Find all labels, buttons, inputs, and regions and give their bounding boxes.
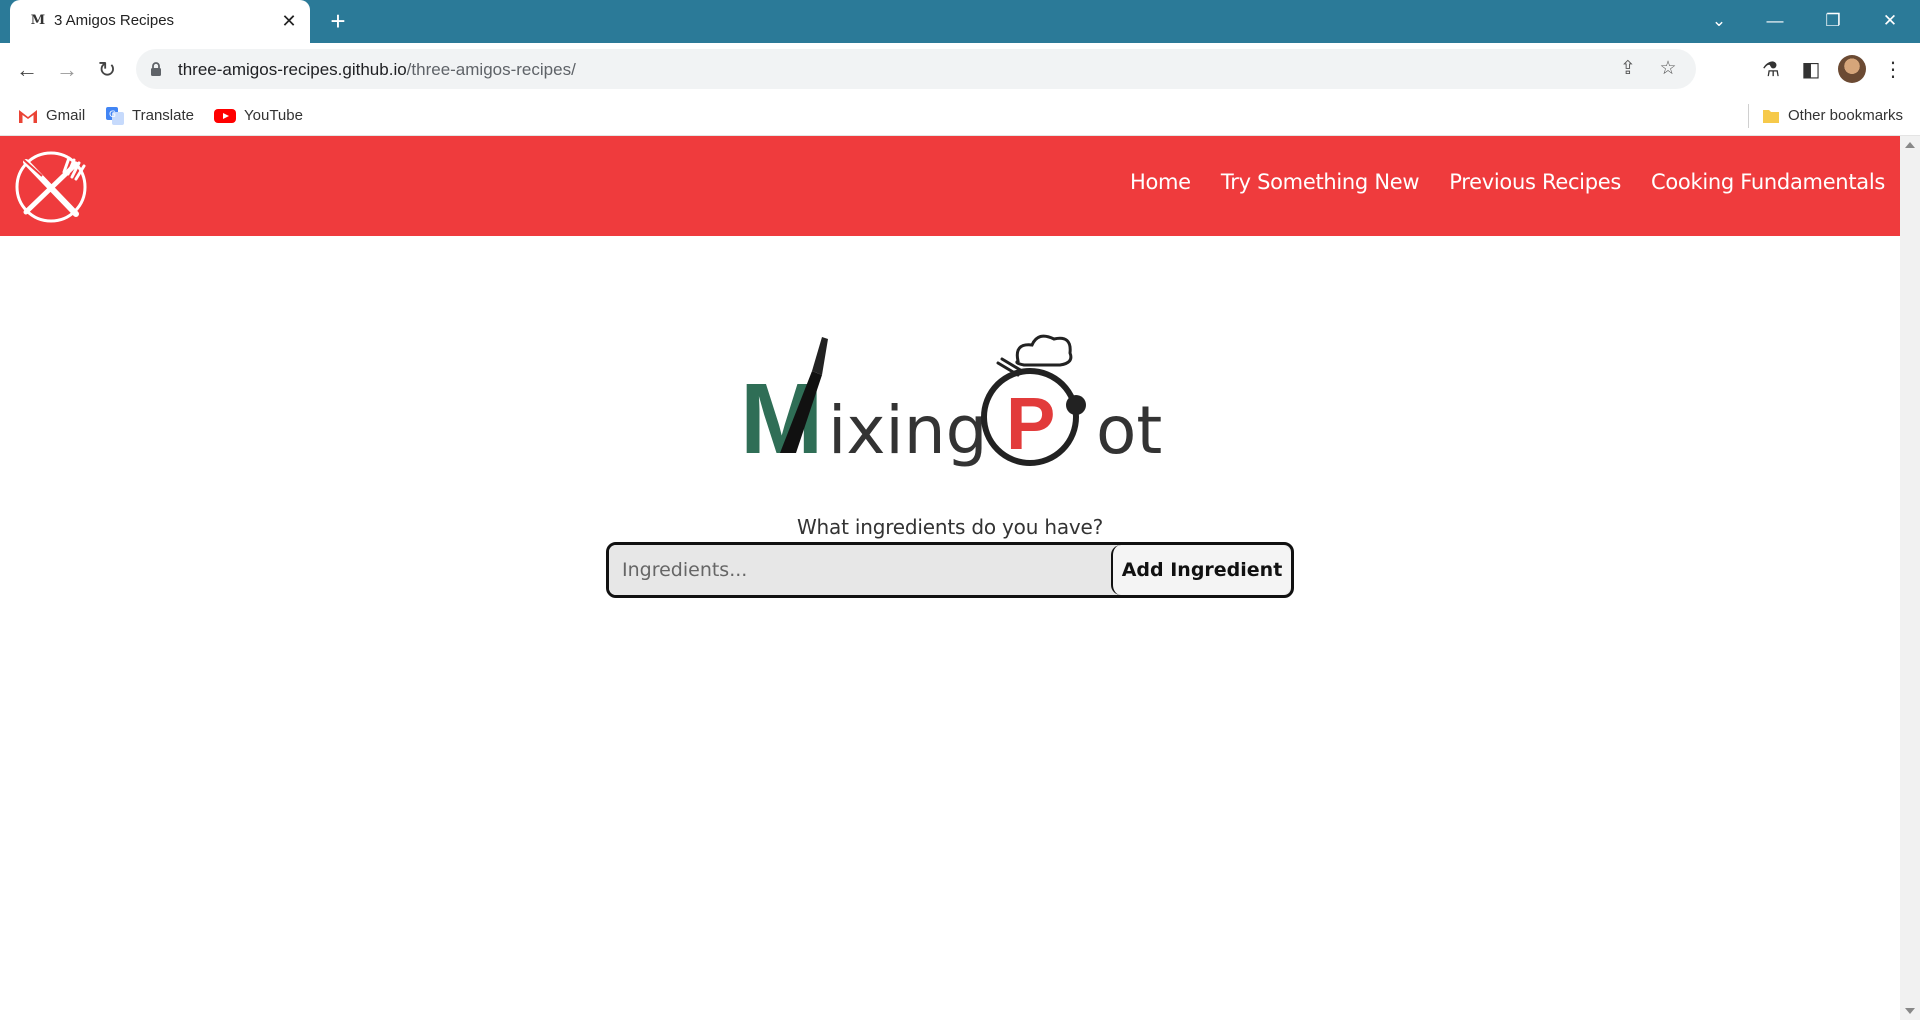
address-bar[interactable]: three-amigos-recipes.github.io/three-ami… [136, 49, 1696, 89]
nav-home[interactable]: Home [1130, 170, 1191, 194]
translate-icon: G [106, 107, 124, 126]
reload-button[interactable]: ↻ [92, 55, 122, 85]
other-bookmarks[interactable]: Other bookmarks [1762, 105, 1903, 127]
url-path: /three-amigos-recipes/ [406, 60, 576, 79]
share-icon[interactable]: ⇪ [1616, 57, 1640, 81]
restore-button[interactable]: ❐ [1818, 6, 1848, 36]
ingredients-prompt: What ingredients do you have? [796, 515, 1104, 539]
browser-toolbar: ← → ↻ three-amigos-recipes.github.io/thr… [0, 43, 1920, 96]
bookmarks-divider [1748, 104, 1749, 128]
browser-tab-strip: M 3 Amigos Recipes ✕ + ⌄ — ❐ ✕ [0, 0, 1920, 43]
bookmark-youtube[interactable]: YouTube [214, 105, 303, 127]
youtube-icon [214, 109, 236, 124]
add-ingredient-button[interactable]: Add Ingredient [1111, 545, 1291, 595]
nav-previous-recipes[interactable]: Previous Recipes [1449, 170, 1621, 194]
page-viewport: Home Try Something New Previous Recipes … [0, 136, 1900, 1020]
bookmarks-bar: Gmail G Translate YouTube Other bookmark… [0, 96, 1920, 136]
minimize-button[interactable]: — [1760, 6, 1790, 36]
tab-title: 3 Amigos Recipes [54, 12, 175, 29]
profile-avatar[interactable] [1838, 55, 1866, 83]
scroll-down-arrow-icon[interactable] [1905, 1008, 1915, 1014]
scroll-up-arrow-icon[interactable] [1905, 142, 1915, 148]
bookmark-star-icon[interactable]: ☆ [1656, 57, 1680, 81]
folder-icon [1763, 110, 1779, 124]
svg-text:G: G [109, 110, 116, 120]
bookmark-label: Translate [132, 107, 194, 124]
forward-button[interactable]: → [52, 55, 82, 85]
lock-icon [151, 62, 161, 76]
tab-close-icon[interactable]: ✕ [278, 10, 300, 32]
labs-flask-icon[interactable]: ⚗ [1756, 55, 1786, 85]
site-nav: Home Try Something New Previous Recipes … [1130, 170, 1885, 194]
nav-cooking-fundamentals[interactable]: Cooking Fundamentals [1651, 170, 1885, 194]
tab-favicon-icon: M [30, 13, 46, 28]
tab-search-chevron-icon[interactable]: ⌄ [1704, 6, 1734, 36]
logo-word-ot: ot [1096, 392, 1162, 469]
crossed-utensils-logo-icon[interactable] [14, 150, 88, 224]
ingredient-form: Add Ingredient [606, 542, 1294, 598]
mixing-pot-logo: M ixing P ot [740, 334, 1162, 471]
nav-try-something-new[interactable]: Try Something New [1221, 170, 1420, 194]
back-button[interactable]: ← [12, 55, 42, 85]
logo-word-ixing: ixing [828, 392, 987, 469]
url-host: three-amigos-recipes.github.io [178, 60, 407, 79]
site-header: Home Try Something New Previous Recipes … [0, 136, 1900, 236]
page-scrollbar[interactable] [1900, 136, 1920, 1020]
bookmark-gmail[interactable]: Gmail [18, 105, 85, 127]
bookmark-label: YouTube [244, 107, 303, 124]
ingredient-input[interactable] [609, 545, 1114, 595]
logo-letter-p: P [1006, 382, 1055, 465]
browser-tab[interactable]: M 3 Amigos Recipes ✕ [10, 0, 310, 43]
bookmark-label: Gmail [46, 107, 86, 124]
other-bookmarks-label: Other bookmarks [1788, 107, 1904, 124]
url-text: three-amigos-recipes.github.io/three-ami… [178, 60, 576, 80]
menu-kebab-icon[interactable]: ⋮ [1878, 55, 1908, 85]
close-window-button[interactable]: ✕ [1875, 6, 1905, 36]
gmail-icon [19, 110, 37, 124]
side-panel-icon[interactable]: ◧ [1796, 55, 1826, 85]
bookmark-translate[interactable]: G Translate [106, 105, 194, 127]
new-tab-button[interactable]: + [324, 7, 352, 35]
